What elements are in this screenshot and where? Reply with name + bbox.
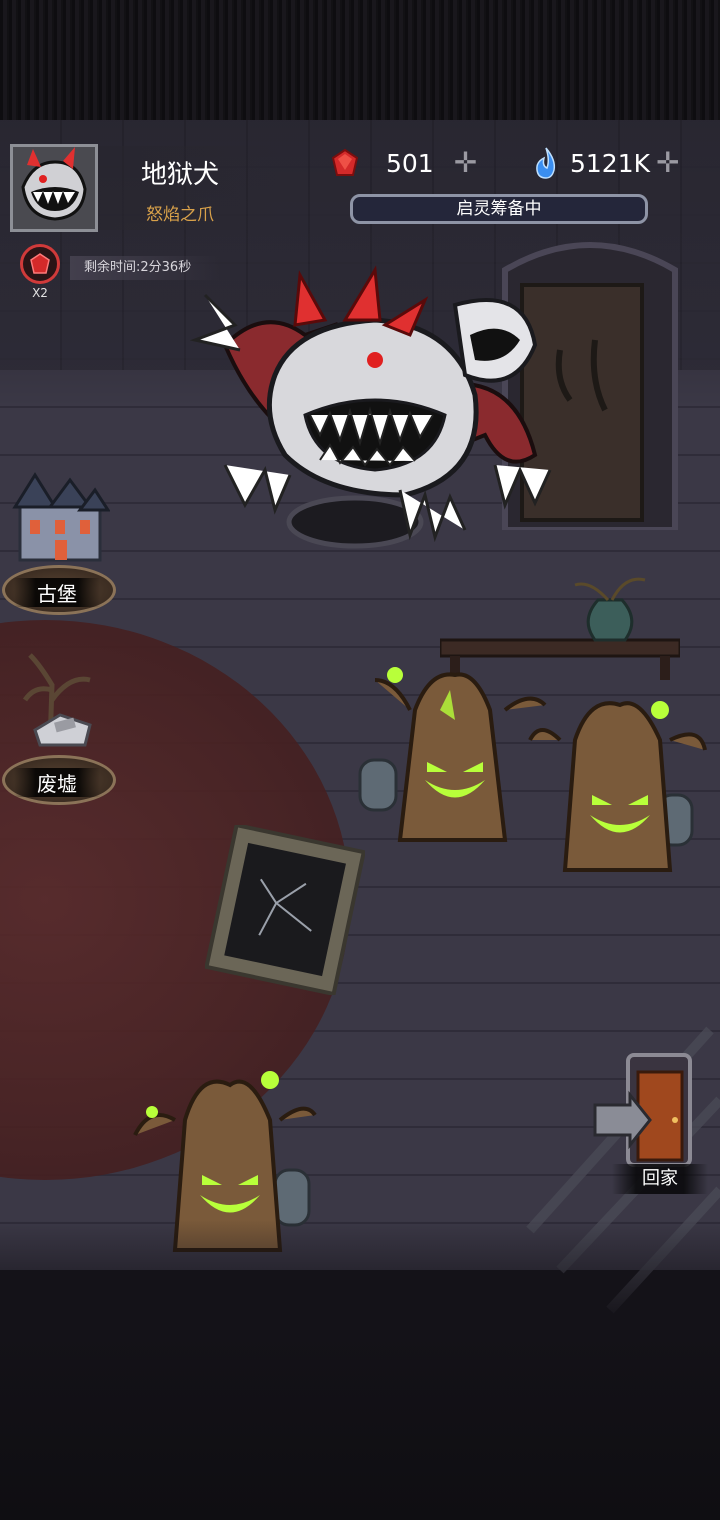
remaining-time: 剩余时间:2分36秒 [70,256,220,280]
gem-counter: 501 ✛ [330,145,477,181]
red-gem-icon [30,253,50,274]
plus-icon[interactable]: ✛ [454,149,477,177]
broken-picture-frame [205,825,365,995]
top-dark-strip [0,0,720,130]
boss-skill: 怒焰之爪 [146,205,214,225]
soul-fire-value: 5121K [570,148,651,178]
home-button[interactable]: 回家 [590,1050,715,1200]
location-ruins[interactable]: 废墟 [0,645,118,805]
soul-fire-counter: 5121K ✛ [532,145,680,181]
location-castle[interactable]: 古堡 [0,455,118,615]
bottom-dark-fade [0,1220,720,1520]
rage-badge[interactable] [20,244,60,284]
door-icon [593,1053,692,1167]
awakening-status-bar[interactable]: 启灵筹备中 [350,194,648,224]
location-label: 古堡 [14,578,100,607]
boss-portrait[interactable] [10,144,98,232]
castle-icon [12,472,110,562]
red-gem-icon [331,148,359,176]
tree-monster-2[interactable] [520,680,720,880]
gem-value: 501 [386,148,434,178]
cerberus-boss[interactable] [185,265,565,545]
multiplier-label: X2 [32,286,48,300]
plus-icon[interactable]: ✛ [656,149,679,177]
ruins-icon [22,653,92,747]
home-label: 回家 [612,1164,708,1194]
blue-flame-icon [536,147,556,179]
cerberus-portrait-icon [13,147,95,229]
location-label: 废墟 [14,768,100,797]
boss-name: 地狱犬 [140,160,219,190]
